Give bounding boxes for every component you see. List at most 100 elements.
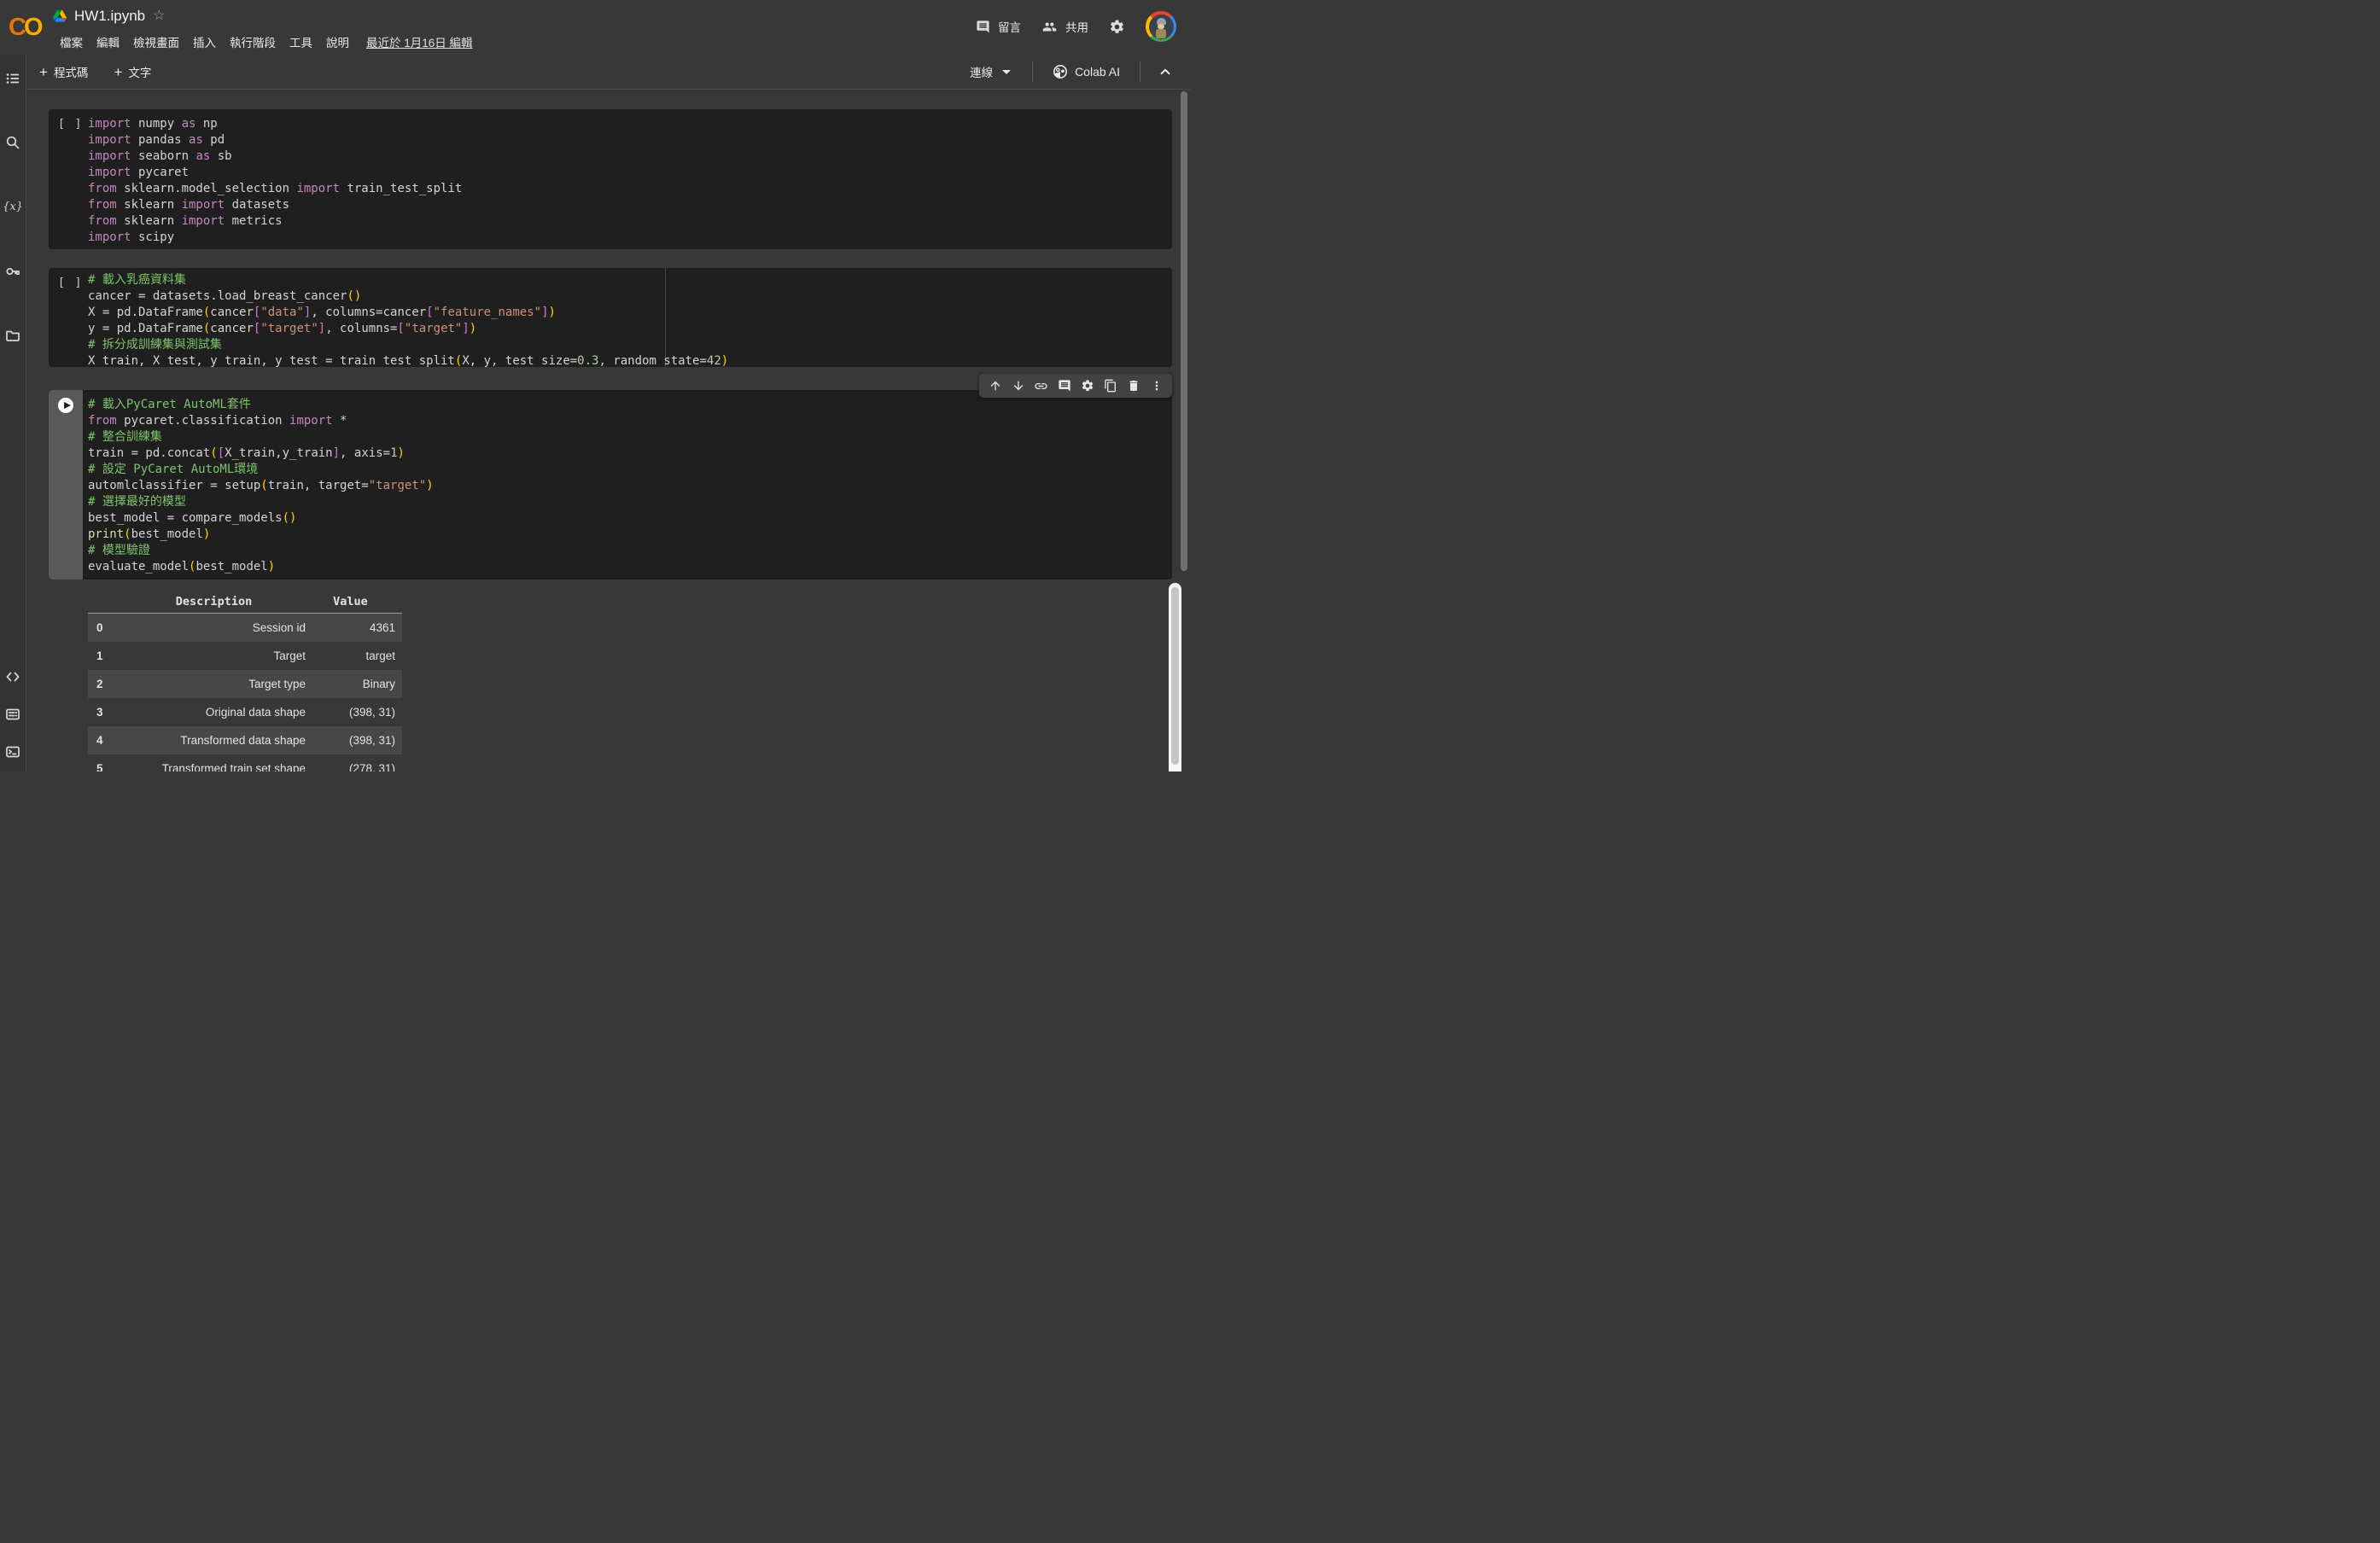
code-editor[interactable]: # 載入乳癌資料集cancer = datasets.load_breast_c… — [49, 268, 1172, 367]
search-icon[interactable] — [5, 135, 20, 150]
notebook-filename[interactable]: HW1.ipynb — [74, 8, 145, 25]
cell-toolbar — [979, 374, 1172, 398]
cell-output: DescriptionValue0Session id43611Targetta… — [49, 591, 1190, 772]
menu-bar: 檔案編輯檢視畫面插入執行階段工具說明 最近於 1月16日 編輯 — [53, 30, 475, 54]
cell-settings-gear-icon[interactable] — [1076, 374, 1099, 398]
run-cell-button[interactable] — [58, 398, 73, 413]
add-comment-icon[interactable] — [1053, 374, 1076, 398]
code-line[interactable]: import numpy as np — [88, 116, 1172, 132]
code-line[interactable]: import pycaret — [88, 165, 1172, 181]
code-cell-2[interactable]: [ ] # 載入乳癌資料集cancer = datasets.load_brea… — [49, 268, 1172, 367]
output-scrollbar-thumb[interactable] — [1171, 587, 1179, 765]
code-line[interactable]: train = pd.concat([X_train,y_train], axi… — [88, 445, 434, 462]
code-line[interactable]: # 載入乳癌資料集 — [88, 272, 1172, 288]
drive-icon — [53, 9, 67, 22]
command-palette-icon[interactable] — [5, 707, 20, 722]
colab-ai-button[interactable]: Colab AI — [1046, 64, 1127, 79]
colab-logo[interactable]: CO — [9, 7, 41, 48]
star-icon[interactable]: ☆ — [153, 9, 165, 23]
code-line[interactable]: y = pd.DataFrame(cancer["target"], colum… — [88, 321, 1172, 337]
code-line[interactable]: import pandas as pd — [88, 132, 1172, 148]
left-sidebar: {x} — [0, 55, 26, 772]
code-line[interactable]: print(best_model) — [88, 527, 434, 543]
run-cell-bracket[interactable]: [ ] — [58, 277, 83, 290]
code-line[interactable]: # 設定 PyCaret AutoML環境 — [88, 462, 434, 478]
table-row: 5Transformed train set shape(278, 31) — [88, 754, 402, 772]
avatar-image — [1149, 15, 1174, 39]
delete-cell-icon[interactable] — [1122, 374, 1145, 398]
code-line[interactable]: # 拆分成訓練集與測試集 — [88, 337, 1172, 353]
table-row: 4Transformed data shape(398, 31) — [88, 726, 402, 754]
table-row: 1Targettarget — [88, 642, 402, 670]
code-editor[interactable]: import numpy as npimport pandas as pdimp… — [49, 109, 1172, 246]
code-cell-1[interactable]: [ ] import numpy as npimport pandas as p… — [49, 109, 1172, 249]
code-line[interactable]: from sklearn import metrics — [88, 213, 1172, 230]
notebook-toolbar: + 程式碼 + 文字 連線 Colab AI — [26, 55, 1190, 90]
menu-item[interactable]: 工具 — [283, 33, 319, 53]
run-cell-bracket[interactable]: [ ] — [58, 118, 83, 131]
files-folder-icon[interactable] — [5, 328, 20, 343]
settings-gear-icon[interactable] — [1109, 19, 1125, 35]
add-code-button[interactable]: + 程式碼 — [39, 63, 88, 80]
code-line[interactable]: automlclassifier = setup(train, target="… — [88, 478, 434, 494]
code-line[interactable]: import scipy — [88, 230, 1172, 246]
secrets-key-icon[interactable] — [5, 264, 20, 279]
menu-item[interactable]: 執行階段 — [223, 33, 283, 53]
code-line[interactable]: from sklearn import datasets — [88, 197, 1172, 213]
chevron-down-icon — [1002, 70, 1011, 74]
menu-item[interactable]: 檔案 — [53, 33, 90, 53]
code-line[interactable]: # 整合訓練集 — [88, 429, 434, 445]
notebook-scrollbar[interactable] — [1181, 91, 1187, 571]
menu-item[interactable]: 說明 — [319, 33, 356, 53]
output-table-header: DescriptionValue — [88, 591, 402, 614]
add-text-button[interactable]: + 文字 — [114, 63, 151, 80]
connect-button[interactable]: 連線 — [961, 60, 1019, 84]
play-icon — [64, 402, 71, 409]
copy-cell-icon[interactable] — [1099, 374, 1122, 398]
code-line[interactable]: X = pd.DataFrame(cancer["data"], columns… — [88, 305, 1172, 321]
code-line[interactable]: X_train, X_test, y_train, y_test = train… — [88, 353, 1172, 367]
user-avatar[interactable] — [1146, 11, 1176, 42]
last-edited-link[interactable]: 最近於 1月16日 編輯 — [365, 30, 475, 54]
code-editor[interactable]: # 載入PyCaret AutoML套件from pycaret.classif… — [83, 390, 434, 579]
code-line[interactable]: best_model = compare_models() — [88, 510, 434, 527]
cell-gutter — [49, 390, 83, 579]
app-header: CO HW1.ipynb ☆ 檔案編輯檢視畫面插入執行階段工具說明 最近於 1月… — [0, 0, 1190, 55]
notebook-area: [ ] import numpy as npimport pandas as p… — [26, 90, 1190, 772]
code-line[interactable]: from pycaret.classification import * — [88, 413, 434, 429]
code-cell-3[interactable]: # 載入PyCaret AutoML套件from pycaret.classif… — [49, 390, 1172, 579]
output-table: DescriptionValue0Session id43611Targetta… — [88, 591, 402, 772]
comment-icon — [976, 20, 990, 34]
move-cell-up-icon[interactable] — [983, 374, 1006, 398]
table-row: 3Original data shape(398, 31) — [88, 698, 402, 726]
table-row: 2Target typeBinary — [88, 670, 402, 698]
more-actions-icon[interactable] — [1145, 374, 1168, 398]
collapse-header-button[interactable] — [1153, 65, 1177, 79]
move-cell-down-icon[interactable] — [1006, 374, 1030, 398]
code-snippets-icon[interactable] — [5, 669, 20, 684]
terminal-icon[interactable] — [5, 744, 20, 760]
plus-icon: + — [39, 65, 48, 79]
share-button[interactable]: 共用 — [1041, 18, 1088, 35]
people-icon — [1041, 20, 1058, 34]
code-line[interactable]: # 載入PyCaret AutoML套件 — [88, 397, 434, 413]
code-line[interactable]: evaluate_model(best_model) — [88, 559, 434, 575]
variables-icon[interactable]: {x} — [3, 199, 23, 215]
menu-item[interactable]: 編輯 — [90, 33, 126, 53]
plus-icon: + — [114, 65, 122, 79]
colab-ai-icon — [1053, 64, 1068, 79]
code-line[interactable]: from sklearn.model_selection import trai… — [88, 181, 1172, 197]
code-line[interactable]: # 模型驗證 — [88, 543, 434, 559]
comments-button[interactable]: 留言 — [976, 18, 1021, 35]
divider — [1032, 61, 1033, 82]
table-of-contents-icon[interactable] — [5, 71, 20, 86]
menu-item[interactable]: 插入 — [186, 33, 223, 53]
menu-item[interactable]: 檢視畫面 — [126, 33, 186, 53]
output-scrollbar[interactable] — [1169, 583, 1181, 772]
table-row: 0Session id4361 — [88, 614, 402, 642]
copy-link-icon[interactable] — [1030, 374, 1053, 398]
editor-column-ruler — [665, 268, 666, 367]
code-line[interactable]: cancer = datasets.load_breast_cancer() — [88, 288, 1172, 305]
code-line[interactable]: # 選擇最好的模型 — [88, 494, 434, 510]
code-line[interactable]: import seaborn as sb — [88, 148, 1172, 165]
